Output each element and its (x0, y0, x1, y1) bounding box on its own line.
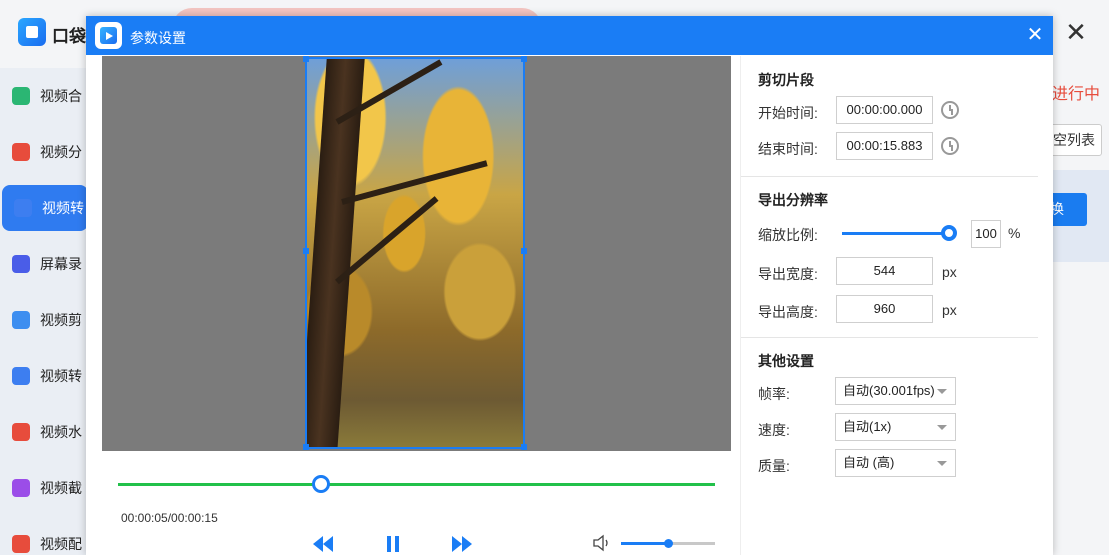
dialog-title: 参数设置 (130, 30, 186, 46)
start-time-input[interactable]: 00:00:00.000 (836, 96, 933, 124)
crop-handle[interactable] (521, 248, 527, 254)
scale-slider-knob[interactable] (941, 225, 957, 241)
app-logo (18, 18, 46, 46)
width-input[interactable]: 544 (836, 257, 933, 285)
fps-label: 帧率: (758, 386, 790, 402)
chevron-down-icon (937, 389, 947, 394)
pause-icon[interactable] (385, 533, 401, 555)
height-label: 导出高度: (758, 304, 818, 320)
dialog-titlebar: 参数设置 ✕ (86, 16, 1053, 55)
scale-input[interactable]: 100 (971, 220, 1001, 248)
app-icon (95, 22, 122, 49)
chevron-down-icon (937, 425, 947, 430)
sidebar-item-icon (12, 255, 30, 273)
sidebar-item-label: 屏幕录 (40, 256, 82, 272)
volume-knob[interactable] (664, 539, 673, 548)
crop-handle[interactable] (521, 56, 527, 62)
rewind-icon[interactable] (312, 533, 334, 555)
crop-handle[interactable] (303, 248, 309, 254)
end-time-label: 结束时间: (758, 141, 818, 157)
sidebar-item[interactable]: 屏幕录 (0, 241, 86, 287)
scale-unit: % (1008, 225, 1021, 241)
volume-icon[interactable] (593, 534, 613, 552)
scale-label: 缩放比例: (758, 227, 818, 243)
quality-select[interactable]: 自动 (高) (835, 449, 956, 477)
dialog-close-icon[interactable]: ✕ (1024, 24, 1046, 46)
sidebar-item-label: 视频转 (40, 368, 82, 384)
sidebar-item[interactable]: 视频转 (0, 353, 86, 399)
speed-value: 自动(1x) (843, 419, 892, 434)
width-unit: px (942, 264, 957, 280)
other-section-title: 其他设置 (758, 353, 814, 369)
crop-handle[interactable] (521, 444, 527, 450)
time-display: 00:00:05/00:00:15 (121, 511, 218, 525)
status-text: 进行中 (1052, 86, 1101, 103)
sidebar-item[interactable]: 视频合 (0, 73, 86, 119)
sidebar-item-label: 视频水 (40, 424, 82, 440)
crop-handle[interactable] (303, 56, 309, 62)
clear-list-button[interactable]: 空列表 (1046, 124, 1102, 156)
sidebar-item-icon (12, 479, 30, 497)
quality-value: 自动 (高) (843, 455, 895, 470)
section-divider (741, 176, 1038, 177)
playback-timeline[interactable] (118, 483, 715, 486)
end-time-input[interactable]: 00:00:15.883 (836, 132, 933, 160)
sidebar-item-icon (12, 311, 30, 329)
sidebar-item-icon (12, 423, 30, 441)
scale-slider[interactable] (842, 232, 950, 235)
volume-fill (621, 542, 668, 545)
sidebar-item[interactable]: 视频分 (0, 129, 86, 175)
sidebar-item-label: 视频剪 (40, 312, 82, 328)
crop-handle[interactable] (303, 444, 309, 450)
reset-start-icon[interactable] (941, 101, 959, 119)
sidebar-item-icon (12, 367, 30, 385)
sidebar-item-icon (12, 87, 30, 105)
resolution-section-title: 导出分辨率 (758, 192, 828, 208)
clip-section-title: 剪切片段 (758, 72, 814, 88)
height-input[interactable]: 960 (836, 295, 933, 323)
timeline-scrubber[interactable] (312, 475, 330, 493)
speed-label: 速度: (758, 422, 790, 438)
fps-select[interactable]: 自动(30.001fps) (835, 377, 956, 405)
width-label: 导出宽度: (758, 266, 818, 282)
sidebar-item[interactable]: 视频转 (2, 185, 88, 231)
fast-forward-icon[interactable] (451, 533, 473, 555)
settings-dialog: 参数设置 ✕ 00:00:05/00:00:15 剪切片段 开始时间: 00:0… (86, 16, 1053, 555)
chevron-down-icon (937, 461, 947, 466)
sidebar-item-label: 视频截 (40, 480, 82, 496)
speed-select[interactable]: 自动(1x) (835, 413, 956, 441)
sidebar-item-icon (12, 535, 30, 553)
sidebar-item-label: 视频分 (40, 144, 82, 160)
sidebar-item-icon (14, 199, 32, 217)
app-close-icon[interactable]: ✕ (1062, 18, 1090, 46)
sidebar-item-label: 视频转 (42, 200, 84, 216)
sidebar-item[interactable]: 视频水 (0, 409, 86, 455)
sidebar-item[interactable]: 视频截 (0, 465, 86, 511)
start-time-label: 开始时间: (758, 105, 818, 121)
fps-value: 自动(30.001fps) (843, 383, 935, 398)
sidebar-item-label: 视频配 (40, 536, 82, 552)
video-preview (102, 56, 731, 451)
reset-end-icon[interactable] (941, 137, 959, 155)
sidebar-item[interactable]: 视频配 (0, 521, 86, 555)
app-title: 口袋 (52, 27, 86, 46)
quality-label: 质量: (758, 458, 790, 474)
height-unit: px (942, 302, 957, 318)
sidebar-item[interactable]: 视频剪 (0, 297, 86, 343)
sidebar-item-icon (12, 143, 30, 161)
settings-panel: 剪切片段 开始时间: 00:00:00.000 结束时间: 00:00:15.8… (740, 56, 1038, 555)
section-divider (741, 337, 1038, 338)
video-frame[interactable] (305, 57, 525, 449)
sidebar-item-label: 视频合 (40, 88, 82, 104)
